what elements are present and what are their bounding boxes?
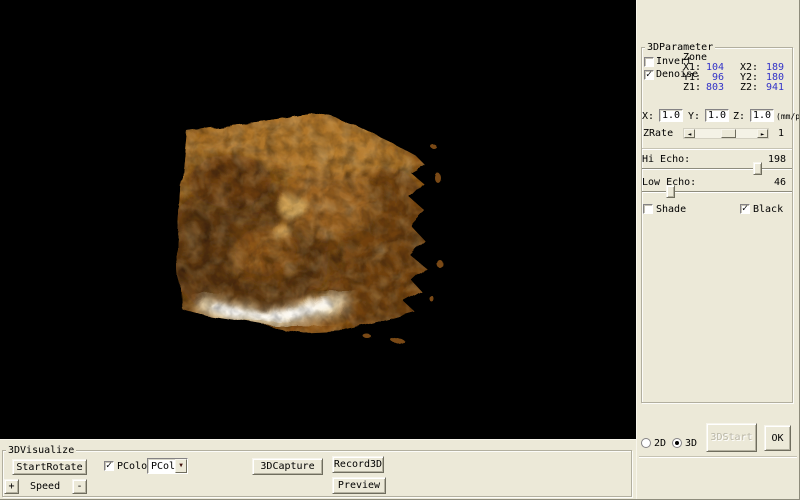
pcolor-checkbox[interactable]: ✓ [104,461,114,471]
3dstart-button[interactable]: 3DStart [706,423,757,452]
arrow-left-icon: ◄ [688,131,692,138]
speed-minus-button[interactable]: - [72,479,87,494]
pcolor-dropdown-button[interactable]: ▼ [175,459,187,473]
start-rotate-button[interactable]: StartRotate [12,459,87,475]
low-echo-slider-thumb[interactable] [666,185,675,198]
parameter-panel: 3DParameter Invert ✓ Denoise Zone X1: 10… [636,0,800,500]
speed-label: Speed [30,481,60,492]
hi-echo-slider-thumb[interactable] [753,162,762,175]
scale-z-input[interactable] [750,109,774,122]
scale-x-input[interactable] [659,109,683,122]
check-icon: ✓ [106,460,112,471]
hi-echo-slider-track[interactable] [642,168,792,170]
mode-2d-radio[interactable] [641,438,651,448]
pcolor-dropdown[interactable]: PColor ▼ [147,458,188,474]
record3d-button[interactable]: Record3D [332,456,384,473]
visualize-panel: 3DVisualize StartRotate + Speed - ✓ PCol… [0,439,636,500]
scale-y-label: Y: [688,111,700,122]
zrate-label: ZRate [643,128,673,139]
ok-button[interactable]: OK [764,425,791,451]
check-icon: ✓ [742,203,748,214]
speed-plus-button[interactable]: + [4,479,19,494]
app-window: 3DParameter Invert ✓ Denoise Zone X1: 10… [0,0,800,500]
denoise-checkbox[interactable]: ✓ [644,70,654,80]
shade-label: Shade [656,204,686,215]
divider [639,456,797,457]
zrate-scroll-right-button[interactable]: ► [757,129,768,138]
preview-button[interactable]: Preview [332,477,386,494]
ultrasound-3d-image [0,0,636,439]
mode-3d-radio[interactable] [672,438,682,448]
black-checkbox[interactable]: ✓ [740,204,750,214]
scale-unit-label: (mm/p) [776,111,800,122]
3dcapture-button[interactable]: 3DCapture [252,458,323,475]
arrow-down-icon: ▼ [179,462,183,469]
zrate-scrollbar[interactable]: ◄ ► [683,128,769,139]
invert-checkbox[interactable] [644,57,654,67]
zrate-scroll-thumb[interactable] [721,129,736,138]
hi-echo-label: Hi Echo: [642,154,690,165]
ultrasound-viewport[interactable] [0,0,636,439]
mode-2d-label: 2D [654,438,666,449]
divider [642,148,792,149]
arrow-right-icon: ► [761,131,765,138]
zrate-scroll-left-button[interactable]: ◄ [684,129,695,138]
low-echo-slider-track[interactable] [642,191,792,193]
visualize-groupbox-title: 3DVisualize [6,445,76,456]
mode-3d-label: 3D [685,438,697,449]
check-icon: ✓ [646,69,652,80]
scale-z-label: Z: [733,111,745,122]
zrate-value: 1 [778,128,784,139]
scale-x-label: X: [642,111,654,122]
zone-z1-value: 803 [698,82,724,93]
low-echo-value: 46 [752,177,786,188]
scale-y-input[interactable] [705,109,729,122]
zone-z2-label: Z2: [740,82,758,93]
zone-z2-value: 941 [758,82,784,93]
black-label: Black [753,204,783,215]
parameter-groupbox: 3DParameter Invert ✓ Denoise Zone X1: 10… [641,47,793,403]
shade-checkbox[interactable] [643,204,653,214]
